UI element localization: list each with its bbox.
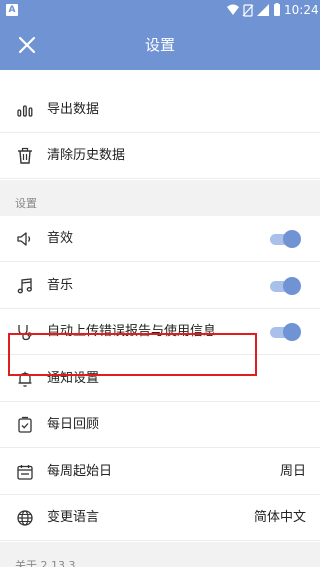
section-header-about: 关于 2.13.3 <box>0 542 320 567</box>
music-toggle[interactable] <box>270 277 302 295</box>
app-bar: 设置 <box>0 20 320 70</box>
list-item-label: 导出数据 <box>47 102 100 117</box>
sound-effects-toggle[interactable] <box>270 230 302 248</box>
section-title: 设置 <box>15 197 37 210</box>
globe-icon <box>17 510 33 526</box>
battery-icon <box>274 3 280 16</box>
status-bar: A 10:24 <box>0 0 320 20</box>
app-notification-icon: A <box>6 4 18 16</box>
highlight-box <box>8 333 257 376</box>
page-title: 设置 <box>144 36 175 54</box>
section-title: 关于 2.13.3 <box>15 559 76 567</box>
section-header-settings: 设置 <box>0 180 320 216</box>
list-item-label: 变更语言 <box>47 510 100 525</box>
list-item-label: 每周起始日 <box>47 464 113 479</box>
music-note-icon <box>17 278 32 294</box>
toggle-knob <box>283 323 301 341</box>
signal-icon <box>257 4 269 16</box>
toggle-knob <box>283 230 301 248</box>
settings-list[interactable]: 导出数据 清除历史数据 设置 音效 音乐 自动上传错误报告与使用信息 通知设置 … <box>0 70 320 567</box>
list-item-change-language[interactable]: 变更语言 简体中文 <box>0 495 320 541</box>
list-item-clear-history[interactable]: 清除历史数据 <box>0 133 320 179</box>
wifi-icon <box>227 4 239 15</box>
calendar-icon <box>17 465 33 480</box>
list-item-export-data[interactable]: 导出数据 <box>0 87 320 133</box>
sim-blocked-icon <box>242 4 254 17</box>
speaker-icon <box>17 232 31 246</box>
list-item-sound-effects[interactable]: 音效 <box>0 216 320 262</box>
list-item-label: 音效 <box>47 231 74 246</box>
week-start-value: 周日 <box>279 464 306 479</box>
trash-icon <box>18 147 32 164</box>
list-item-label: 音乐 <box>47 278 74 293</box>
daily-review-icon <box>18 416 32 433</box>
status-time: 10:24 <box>284 3 319 17</box>
status-icons <box>227 3 280 17</box>
list-item-daily-review[interactable]: 每日回顾 <box>0 402 320 448</box>
language-value: 简体中文 <box>253 510 306 525</box>
list-item-label: 清除历史数据 <box>47 148 126 163</box>
auto-upload-toggle[interactable] <box>270 323 302 341</box>
toggle-knob <box>283 277 301 295</box>
bar-chart-icon <box>17 105 33 117</box>
list-item-music[interactable]: 音乐 <box>0 263 320 309</box>
list-item-week-start[interactable]: 每周起始日 周日 <box>0 449 320 495</box>
list-item-label: 每日回顾 <box>47 417 100 432</box>
